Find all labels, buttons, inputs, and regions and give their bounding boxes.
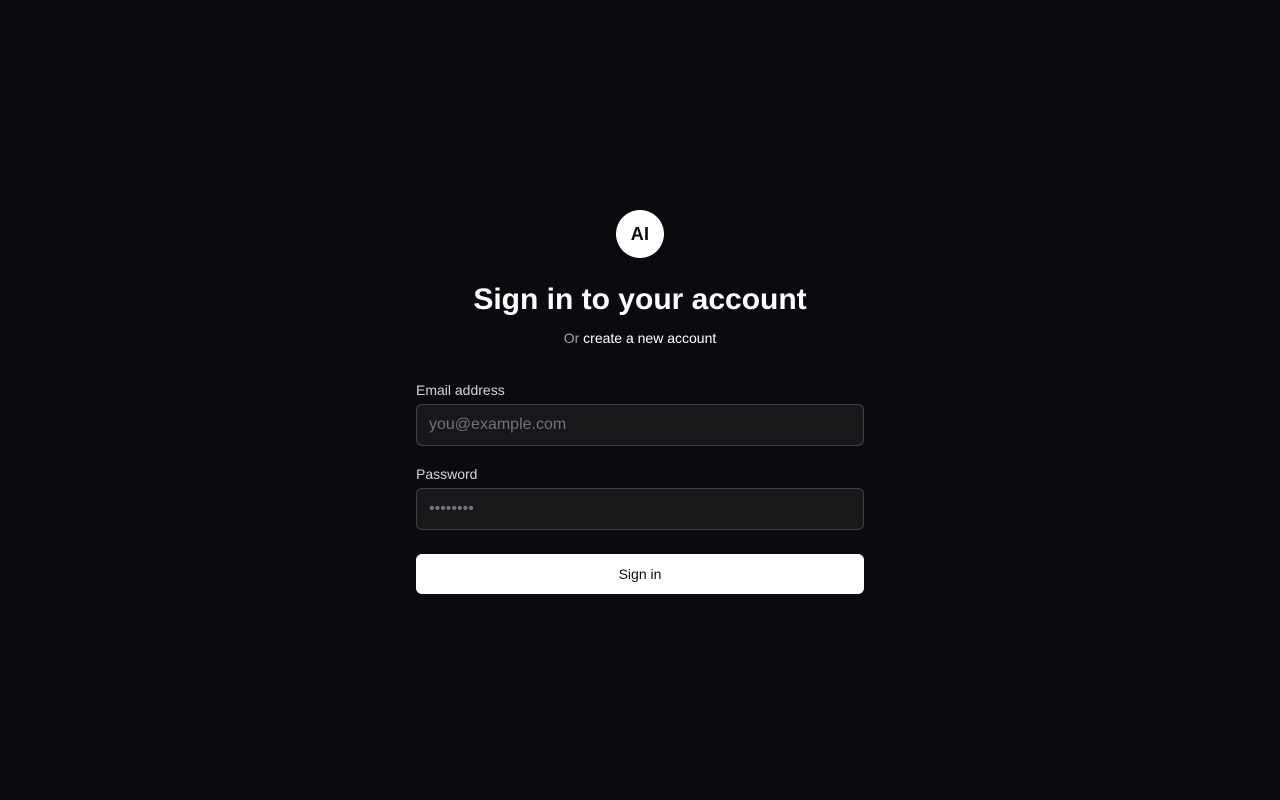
email-label: Email address — [416, 382, 505, 398]
email-input[interactable] — [416, 404, 864, 446]
password-input[interactable] — [416, 488, 864, 530]
password-label: Password — [416, 466, 478, 482]
create-account-link[interactable]: create a new account — [583, 330, 716, 346]
logo-badge: AI — [616, 210, 664, 258]
sign-in-button[interactable]: Sign in — [416, 554, 864, 594]
page-title: Sign in to your account — [473, 283, 807, 316]
password-field-group: Password — [416, 464, 864, 530]
subtitle: Or create a new account — [416, 328, 864, 348]
email-field-group: Email address — [416, 380, 864, 446]
subtitle-prefix: Or — [563, 330, 580, 346]
logo-text: AI — [630, 223, 650, 244]
sign-in-form: Email address Password Sign in — [416, 380, 864, 594]
sign-in-container: AI Sign in to your account Or create a n… — [416, 210, 864, 594]
